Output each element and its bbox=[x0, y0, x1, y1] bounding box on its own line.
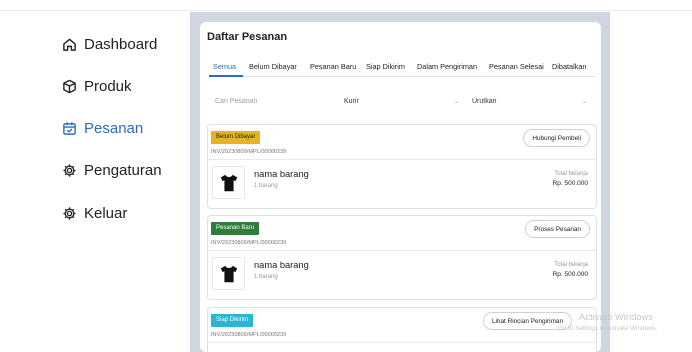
view-shipping-details-button[interactable]: Lihat Rincian Pengiriman bbox=[482, 312, 572, 330]
invoice-number: INV/20230809/MPL/00000239 bbox=[211, 240, 287, 246]
active-tab-indicator bbox=[209, 75, 243, 77]
sidebar: Dashboard Produk Pesanan Pengaturan Kelu… bbox=[0, 0, 190, 352]
sidebar-item-label: Pengaturan bbox=[84, 162, 162, 179]
order-card: Belum Dibayar INV/20230809/MPL/00000239 … bbox=[207, 124, 597, 209]
tshirt-icon bbox=[220, 265, 237, 282]
item-quantity: 1 barang bbox=[254, 274, 278, 280]
invoice-number: INV/20230809/MPL/00000239 bbox=[211, 332, 287, 338]
product-thumbnail bbox=[212, 166, 245, 199]
gear-icon bbox=[63, 164, 76, 177]
item-name: nama barang bbox=[254, 169, 309, 179]
sidebar-item-label: Dashboard bbox=[84, 36, 158, 53]
status-badge: Siap Dikirim bbox=[211, 314, 254, 327]
sidebar-item-pengaturan[interactable]: Pengaturan bbox=[62, 162, 162, 179]
tab-pesanan-selesai[interactable]: Pesanan Selesai bbox=[489, 62, 544, 71]
order-card: Pesanan Baru INV/20230809/MPL/00000239 P… bbox=[207, 215, 597, 300]
status-badge: Pesanan Baru bbox=[211, 222, 260, 235]
calendar-icon bbox=[63, 122, 76, 135]
chevron-down-icon: ⌄ bbox=[582, 99, 588, 105]
sidebar-item-label: Keluar bbox=[84, 205, 128, 222]
divider bbox=[208, 342, 596, 343]
tab-pesanan-baru[interactable]: Pesanan Baru bbox=[310, 62, 356, 71]
search-input[interactable]: Cari Pesanan bbox=[215, 98, 257, 105]
divider bbox=[208, 159, 596, 160]
process-order-button[interactable]: Proses Pesanan bbox=[525, 220, 590, 238]
tab-dalam-pengiriman[interactable]: Dalam Pengiriman bbox=[417, 62, 477, 71]
sidebar-item-produk[interactable]: Produk bbox=[62, 78, 132, 95]
sidebar-item-dashboard[interactable]: Dashboard bbox=[62, 36, 157, 53]
item-quantity: 1 barang bbox=[254, 183, 278, 189]
sort-select[interactable]: Urutkan bbox=[472, 98, 497, 105]
page-title: Daftar Pesanan bbox=[207, 31, 288, 43]
total-label: Total belanja bbox=[554, 262, 588, 268]
home-icon bbox=[63, 38, 76, 51]
tab-dibatalkan[interactable]: Dibatalkan bbox=[552, 62, 586, 71]
divider bbox=[208, 250, 596, 251]
filter-row: Cari Pesanan Kurir ⌄ Urutkan ⌄ bbox=[209, 90, 595, 114]
product-thumbnail bbox=[212, 257, 245, 290]
gear-icon bbox=[63, 207, 76, 220]
chevron-down-icon: ⌄ bbox=[454, 99, 460, 105]
sidebar-item-keluar[interactable]: Keluar bbox=[62, 205, 127, 222]
tab-semua[interactable]: Semua bbox=[213, 62, 236, 71]
sidebar-item-pesanan[interactable]: Pesanan bbox=[62, 120, 143, 137]
order-tabs: Semua Belum Dibayar Pesanan Baru Siap Di… bbox=[209, 59, 595, 77]
tab-siap-dikirim[interactable]: Siap Dikirim bbox=[366, 62, 405, 71]
total-label: Total belanja bbox=[554, 171, 588, 177]
sidebar-item-label: Produk bbox=[84, 78, 132, 95]
total-value: Rp. 500.000 bbox=[552, 271, 588, 278]
contact-buyer-button[interactable]: Hubungi Pembeli bbox=[523, 129, 590, 147]
sidebar-item-label: Pesanan bbox=[84, 120, 144, 137]
status-badge: Belum Dibayar bbox=[211, 131, 261, 144]
total-value: Rp. 500.000 bbox=[552, 180, 588, 187]
tab-label: Semua bbox=[213, 62, 237, 71]
tab-belum-dibayar[interactable]: Belum Dibayar bbox=[249, 62, 297, 71]
tshirt-icon bbox=[220, 174, 237, 191]
invoice-number: INV/20230809/MPL/00000239 bbox=[211, 149, 287, 155]
item-name: nama barang bbox=[254, 260, 309, 270]
order-card: Siap Dikirim INV/20230809/MPL/00000239 L… bbox=[207, 307, 597, 352]
courier-select[interactable]: Kurir bbox=[344, 98, 359, 105]
box-icon bbox=[63, 79, 76, 94]
